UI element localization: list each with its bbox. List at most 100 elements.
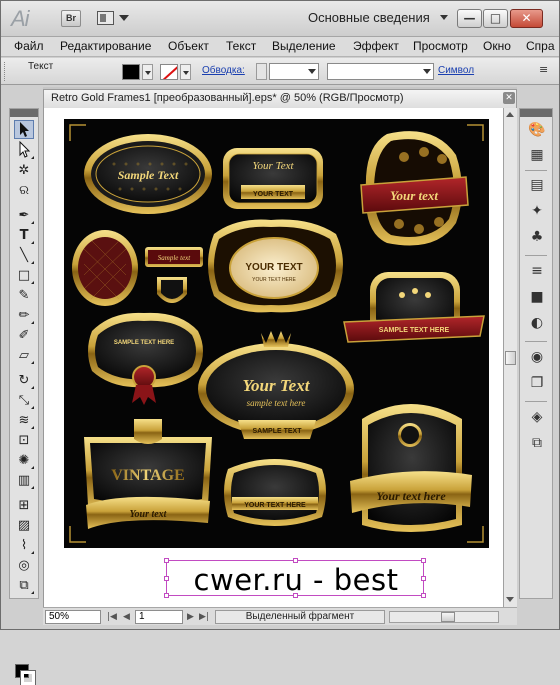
- resize-handle[interactable]: [164, 558, 169, 563]
- title-bar: Ai Br Основные сведения — □ ✕: [1, 1, 559, 37]
- mesh-tool-icon[interactable]: ⊞: [14, 496, 34, 515]
- menu-select[interactable]: Выделение: [272, 39, 336, 53]
- blend-tool-icon[interactable]: ◎: [14, 556, 34, 575]
- menu-help[interactable]: Спра: [526, 39, 555, 53]
- resize-handle[interactable]: [293, 558, 298, 563]
- menu-edit[interactable]: Редактирование: [60, 39, 151, 53]
- arrange-documents-button[interactable]: [95, 10, 131, 27]
- retro-gold-frames-artwork[interactable]: Sample Text Your Text YOUR TEXT Your tex…: [64, 119, 489, 548]
- panel-dock-header[interactable]: [520, 109, 552, 117]
- zoom-select[interactable]: 50%: [45, 610, 101, 624]
- symbol-sprayer-tool-icon[interactable]: ✺: [14, 451, 34, 470]
- type-tool-icon[interactable]: T: [14, 226, 34, 245]
- blob-brush-tool-icon[interactable]: ✐: [14, 326, 34, 345]
- stroke-color-box[interactable]: [20, 670, 36, 685]
- swatches-panel-icon[interactable]: ▤: [527, 175, 547, 195]
- chevron-down-icon: [423, 69, 431, 74]
- stroke-swatch[interactable]: [160, 64, 178, 80]
- column-graph-tool-icon[interactable]: ▥: [14, 471, 34, 490]
- control-panel-menu-icon[interactable]: ≡: [539, 61, 553, 79]
- menu-effect[interactable]: Эффект: [353, 39, 399, 53]
- resize-handle[interactable]: [164, 576, 169, 581]
- document-title: Retro Gold Frames1 [преобразованный].eps…: [51, 92, 404, 104]
- stroke-weight-spinner[interactable]: [256, 63, 267, 80]
- transparency-panel-icon[interactable]: ◐: [527, 313, 547, 333]
- vertical-scrollbar[interactable]: [503, 108, 517, 607]
- graphic-styles-panel-icon[interactable]: ❐: [527, 373, 547, 393]
- color-panel-icon[interactable]: 🎨: [527, 120, 547, 140]
- lasso-tool-icon[interactable]: ର: [14, 181, 34, 200]
- workspace-switcher[interactable]: Основные сведения: [308, 10, 430, 25]
- warp-tool-icon[interactable]: ≋: [14, 411, 34, 430]
- previous-page-icon[interactable]: ◀: [123, 612, 130, 622]
- brushes-panel-icon[interactable]: ✦: [527, 201, 547, 221]
- selection-tool-icon[interactable]: [14, 120, 34, 139]
- grip-handle[interactable]: [4, 62, 7, 81]
- pen-tool-icon[interactable]: ✒: [14, 206, 34, 225]
- magic-wand-tool-icon[interactable]: ✲: [14, 161, 34, 180]
- appearance-panel-icon[interactable]: ◉: [527, 347, 547, 367]
- stroke-dropdown[interactable]: [180, 64, 191, 80]
- close-document-icon[interactable]: ✕: [503, 92, 515, 104]
- line-tool-icon[interactable]: ╲: [14, 246, 34, 265]
- selected-text-frame[interactable]: cwer.ru - best: [164, 558, 426, 598]
- pencil-tool-icon[interactable]: ✏: [14, 306, 34, 325]
- paintbrush-tool-icon[interactable]: ✎: [14, 286, 34, 305]
- canvas[interactable]: Sample Text Your Text YOUR TEXT Your tex…: [43, 108, 503, 607]
- resize-handle[interactable]: [293, 593, 298, 598]
- stroke-link[interactable]: Обводка:: [202, 65, 245, 76]
- document-tab[interactable]: Retro Gold Frames1 [преобразованный].eps…: [43, 89, 517, 108]
- artboard-tool-icon[interactable]: ⧉: [14, 576, 34, 595]
- menu-view[interactable]: Просмотр: [413, 39, 468, 53]
- menu-file[interactable]: Файл: [14, 39, 44, 53]
- direct-selection-tool-icon[interactable]: [14, 140, 34, 160]
- selected-text[interactable]: cwer.ru - best: [167, 563, 425, 597]
- eraser-tool-icon[interactable]: ▱: [14, 346, 34, 365]
- hscroll-thumb[interactable]: [441, 612, 455, 622]
- symbol-link[interactable]: Символ: [438, 65, 474, 76]
- close-button[interactable]: ✕: [510, 9, 543, 28]
- layers-panel-icon[interactable]: ◈: [527, 407, 547, 427]
- gradient-tool-icon[interactable]: ▨: [14, 516, 34, 535]
- page-select[interactable]: 1: [135, 610, 183, 624]
- scroll-down-icon[interactable]: [506, 597, 514, 602]
- page-value: 1: [139, 611, 145, 622]
- menu-type[interactable]: Текст: [226, 39, 256, 53]
- fill-dropdown[interactable]: [142, 64, 153, 80]
- character-style-field[interactable]: [327, 63, 434, 80]
- rectangle-tool-icon[interactable]: □: [14, 266, 34, 285]
- minimize-button[interactable]: —: [457, 9, 482, 28]
- stroke-panel-icon[interactable]: ≡: [527, 261, 547, 281]
- menu-window[interactable]: Окно: [483, 39, 511, 53]
- first-page-icon[interactable]: |◀: [107, 612, 117, 622]
- eyedropper-tool-icon[interactable]: ⌇: [14, 536, 34, 555]
- fill-swatch[interactable]: [122, 64, 140, 80]
- svg-text:YOUR TEXT HERE: YOUR TEXT HERE: [244, 502, 306, 509]
- scale-tool-icon[interactable]: ⤡: [14, 391, 34, 410]
- resize-handle[interactable]: [421, 558, 426, 563]
- horizontal-scrollbar[interactable]: [389, 611, 499, 623]
- resize-handle[interactable]: [421, 593, 426, 598]
- next-page-icon[interactable]: ▶: [187, 612, 194, 622]
- rotate-tool-icon[interactable]: ↻: [14, 371, 34, 390]
- resize-handle[interactable]: [164, 593, 169, 598]
- maximize-button[interactable]: □: [483, 9, 508, 28]
- scroll-thumb[interactable]: [505, 351, 516, 365]
- bridge-button[interactable]: Br: [61, 10, 81, 27]
- svg-text:Your text here: Your text here: [376, 489, 446, 503]
- chevron-down-icon[interactable]: [440, 15, 448, 20]
- artboards-panel-icon[interactable]: ⧉: [527, 433, 547, 453]
- scroll-up-icon[interactable]: [506, 112, 514, 117]
- stroke-weight-field[interactable]: [269, 63, 319, 80]
- free-transform-tool-icon[interactable]: ⊡: [14, 431, 34, 450]
- menu-bar: Файл Редактирование Объект Текст Выделен…: [1, 37, 559, 57]
- symbols-panel-icon[interactable]: ♣: [527, 227, 547, 247]
- last-page-icon[interactable]: ▶|: [199, 612, 209, 622]
- gradient-panel-icon[interactable]: ■: [527, 287, 547, 307]
- menu-object[interactable]: Объект: [168, 39, 209, 53]
- status-mode[interactable]: Выделенный фрагмент: [215, 610, 385, 624]
- color-guide-panel-icon[interactable]: ▦: [527, 145, 547, 165]
- frame-baroque-red-ribbon: Your text: [360, 131, 469, 246]
- resize-handle[interactable]: [421, 576, 426, 581]
- tools-panel-header[interactable]: [10, 109, 38, 117]
